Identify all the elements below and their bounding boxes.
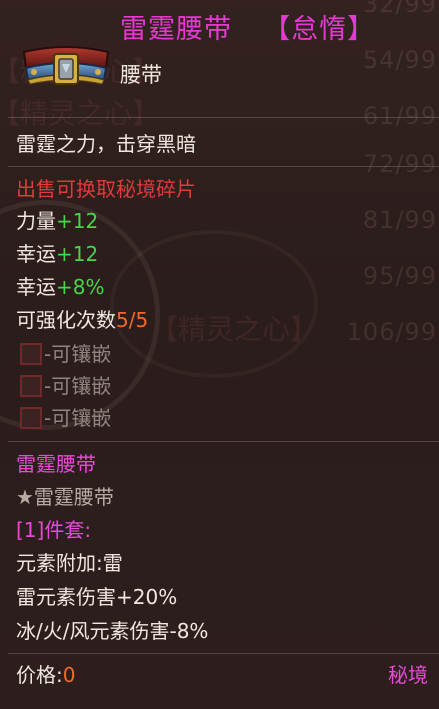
background-count: 106/99 (346, 318, 437, 346)
background-count: 95/99 (362, 262, 437, 290)
stat-line: 幸运+8% (16, 274, 105, 300)
enhance-label: 可强化次数 (16, 308, 116, 332)
divider (8, 441, 439, 442)
item-description: 雷霆之力，击穿黑暗 (16, 132, 196, 156)
set-tier-label: [1]件套: (16, 518, 92, 542)
socket-slot (20, 343, 42, 365)
belt-icon (22, 46, 110, 85)
enhance-value: 5/5 (116, 308, 149, 332)
item-title: 雷霆腰带 【怠惰】 (120, 14, 375, 46)
stat-line: 力量+12 (16, 208, 98, 234)
currency-label: 秘境 (388, 663, 428, 687)
stat-value: +12 (56, 242, 99, 266)
stat-line: 幸运+12 (16, 241, 98, 267)
socket-label: -可镶嵌 (44, 374, 112, 398)
enhance-line: 可强化次数5/5 (16, 307, 148, 333)
divider (8, 166, 439, 167)
item-tier: 【怠惰】 (263, 14, 376, 45)
stat-value: +12 (56, 209, 99, 233)
socket-slot (20, 407, 42, 429)
divider (8, 653, 439, 654)
background-count: 54/99 (362, 46, 437, 74)
background-count: 81/99 (362, 206, 437, 234)
stat-label: 幸运 (16, 242, 56, 266)
set-bonus: 雷元素伤害+20% (16, 585, 178, 609)
set-member: ★雷霆腰带 (16, 485, 114, 509)
item-name: 雷霆腰带 (120, 14, 232, 45)
socket-label: -可镶嵌 (44, 342, 112, 366)
price-label: 价格: (16, 663, 63, 687)
item-type: 腰带 (120, 63, 162, 87)
background-count: 61/99 (362, 102, 437, 130)
stat-label: 力量 (16, 209, 56, 233)
stat-value: +8% (56, 275, 105, 299)
set-name: 雷霆腰带 (16, 452, 96, 476)
socket-label: -可镶嵌 (44, 406, 112, 430)
background-item-name: 【精灵之心】 (0, 97, 161, 130)
price-line: 价格:0 (16, 662, 75, 688)
divider (8, 117, 439, 118)
set-bonus: 元素附加:雷 (16, 551, 123, 575)
background-item-name: 【精灵之心】 (150, 313, 319, 346)
item-tooltip: 【精灵之心】 【精灵之心】 【精灵之心】 32/99 54/99 61/99 7… (0, 0, 439, 709)
set-bonus: 冰/火/风元素伤害-8% (16, 619, 209, 643)
background-ring (110, 230, 318, 378)
price-value: 0 (62, 663, 76, 687)
background-count: 72/99 (362, 150, 437, 178)
socket-slot (20, 375, 42, 397)
sell-note: 出售可换取秘境碎片 (16, 177, 196, 201)
stat-label: 幸运 (16, 275, 56, 299)
